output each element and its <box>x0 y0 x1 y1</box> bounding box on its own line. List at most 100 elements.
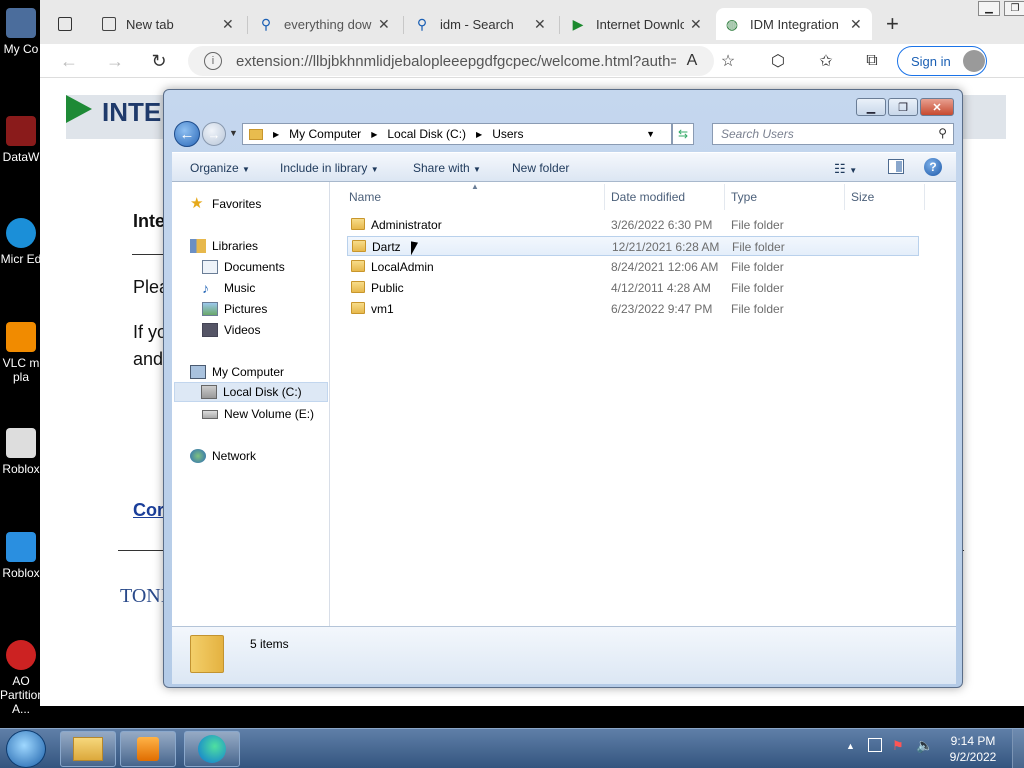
maximize-button[interactable]: ❐ <box>888 98 918 116</box>
change-view-button[interactable]: ☷ ▼ <box>834 161 857 177</box>
nav-network[interactable]: Network <box>190 446 256 466</box>
nav-music[interactable]: ♪ Music <box>202 278 255 298</box>
action-center-icon[interactable]: ⚑ <box>892 738 904 754</box>
maximize-button[interactable]: ❐ <box>1004 1 1024 16</box>
desktop-icon-roblox-2[interactable]: Roblox <box>0 532 42 580</box>
column-divider[interactable] <box>924 184 925 210</box>
minimize-icon: ▁ <box>985 3 993 14</box>
back-button[interactable]: ← <box>56 49 82 73</box>
new-folder-button[interactable]: New folder <box>512 161 569 175</box>
show-desktop-button[interactable] <box>1012 729 1024 768</box>
breadcrumb-my-computer[interactable]: My Computer <box>289 127 361 141</box>
nav-pictures[interactable]: Pictures <box>202 299 267 319</box>
file-row[interactable]: LocalAdmin 8/24/2021 12:06 AM File folde… <box>347 257 919 277</box>
column-divider[interactable] <box>724 184 725 210</box>
file-row[interactable]: Dartz 12/21/2021 6:28 AM File folder <box>347 236 919 256</box>
include-in-library-button[interactable]: Include in library ▼ <box>280 161 379 175</box>
organize-button[interactable]: Organize ▼ <box>190 161 250 175</box>
collections-button[interactable]: ⧉ <box>860 50 884 72</box>
file-row[interactable]: Public 4/12/2011 4:28 AM File folder <box>347 278 919 298</box>
address-toolbar: ← → ↻ i extension://llbjbkhnmlidjebalopl… <box>40 44 1024 78</box>
start-button[interactable] <box>6 730 46 768</box>
sign-in-button[interactable]: Sign in <box>897 46 987 76</box>
desktop-icon-dataw[interactable]: DataW <box>0 116 42 164</box>
tab-label: idm - Search <box>440 16 514 32</box>
help-button[interactable]: ? <box>924 158 942 176</box>
breadcrumb[interactable]: ▶ My Computer ▶ Local Disk (C:) ▶ Users … <box>242 123 672 145</box>
clock[interactable]: 9:14 PM 9/2/2022 <box>946 733 1000 765</box>
file-row[interactable]: Administrator 3/26/2022 6:30 PM File fol… <box>347 215 919 235</box>
column-header-name[interactable]: Name <box>349 190 381 204</box>
tab-idm-search[interactable]: ⚲ idm - Search ✕ <box>406 8 556 40</box>
desktop-icon-edge[interactable]: Micr Ed <box>0 218 42 266</box>
nav-libraries[interactable]: Libraries <box>190 236 258 256</box>
tab-new-tab[interactable]: New tab ✕ <box>94 8 244 40</box>
close-button[interactable]: ✕ <box>920 98 954 116</box>
taskbar-media-player-button[interactable] <box>120 731 176 767</box>
volume-icon[interactable]: 🔈 <box>916 737 933 754</box>
nav-favorites[interactable]: ★ Favorites <box>190 194 261 214</box>
close-icon[interactable]: ✕ <box>378 16 392 33</box>
nav-my-computer[interactable]: My Computer <box>190 362 284 382</box>
tab-idm-integration[interactable]: ◍ IDM Integration ✕ <box>716 8 872 40</box>
column-header-size[interactable]: Size <box>851 190 874 204</box>
preview-pane-icon <box>896 161 902 172</box>
share-with-button[interactable]: Share with ▼ <box>413 161 481 175</box>
search-input[interactable]: Search Users ⚲ <box>712 123 954 145</box>
forward-button[interactable]: → <box>202 122 226 146</box>
close-icon[interactable]: ✕ <box>534 16 548 33</box>
column-header-type[interactable]: Type <box>731 190 757 204</box>
nav-documents[interactable]: Documents <box>202 257 285 277</box>
page-link[interactable]: Cor <box>133 500 164 521</box>
read-aloud-button[interactable]: A <box>680 50 704 72</box>
address-bar[interactable]: i extension://llbjbkhnmlidjebalopleeepgd… <box>188 46 714 76</box>
file-type: File folder <box>731 281 784 295</box>
column-divider[interactable] <box>604 184 605 210</box>
search-placeholder: Search Users <box>721 127 794 141</box>
minimize-button[interactable]: ▁ <box>978 1 1000 16</box>
favorites-button[interactable]: ✩ <box>814 50 838 72</box>
extensions-button[interactable]: ⬡ <box>766 50 790 72</box>
nav-videos[interactable]: Videos <box>202 320 260 340</box>
close-icon[interactable]: ✕ <box>850 16 864 33</box>
plus-icon: + <box>886 11 899 36</box>
column-divider[interactable] <box>844 184 845 210</box>
desktop-icon-aomei[interactable]: AO Partition A... <box>0 640 44 716</box>
mouse-cursor-icon <box>411 241 418 257</box>
network-icon[interactable] <box>868 738 882 752</box>
desktop-icon-roblox-1[interactable]: Roblox <box>0 428 42 476</box>
close-icon[interactable]: ✕ <box>690 16 704 33</box>
include-label: Include in library <box>280 161 368 175</box>
breadcrumb-users[interactable]: Users <box>492 127 523 141</box>
taskbar-explorer-button[interactable] <box>60 731 116 767</box>
desktop-icon-vlc[interactable]: VLC m pla <box>0 322 42 384</box>
nav-label: Documents <box>224 260 285 274</box>
refresh-button[interactable]: ↻ <box>146 49 172 73</box>
chevron-down-icon[interactable]: ▼ <box>646 129 655 139</box>
nav-new-volume[interactable]: New Volume (E:) <box>202 404 314 424</box>
tab-divider <box>559 16 560 34</box>
new-tab-button[interactable]: + <box>878 8 908 40</box>
refresh-button[interactable]: ⇆ <box>672 123 694 145</box>
file-row[interactable]: vm1 6/23/2022 9:47 PM File folder <box>347 299 919 319</box>
column-header-date[interactable]: Date modified <box>611 190 685 204</box>
tab-internet-download[interactable]: ▶ Internet Downlo ✕ <box>562 8 712 40</box>
share-label: Share with <box>413 161 470 175</box>
back-button[interactable]: ← <box>174 121 200 147</box>
breadcrumb-local-disk[interactable]: Local Disk (C:) <box>387 127 466 141</box>
recent-pages-dropdown[interactable]: ▼ <box>229 128 238 138</box>
preview-pane-button[interactable] <box>888 159 904 174</box>
close-icon[interactable]: ✕ <box>222 16 236 33</box>
taskbar-edge-button[interactable] <box>184 731 240 767</box>
desktop-icon-my-computer[interactable]: My Co <box>0 8 42 56</box>
nav-local-disk[interactable]: Local Disk (C:) <box>174 382 328 402</box>
minimize-button[interactable]: ▁ <box>856 98 886 116</box>
tab-label: New tab <box>126 16 174 32</box>
add-favorite-button[interactable]: ☆ <box>716 50 740 72</box>
tab-actions-button[interactable] <box>50 8 90 40</box>
nav-label: My Computer <box>212 365 285 379</box>
tab-everything-download[interactable]: ⚲ everything down ✕ <box>250 8 400 40</box>
show-hidden-icons-button[interactable]: ▲ <box>846 741 855 751</box>
chevron-down-icon: ▼ <box>229 128 238 138</box>
forward-button[interactable]: → <box>102 49 128 73</box>
